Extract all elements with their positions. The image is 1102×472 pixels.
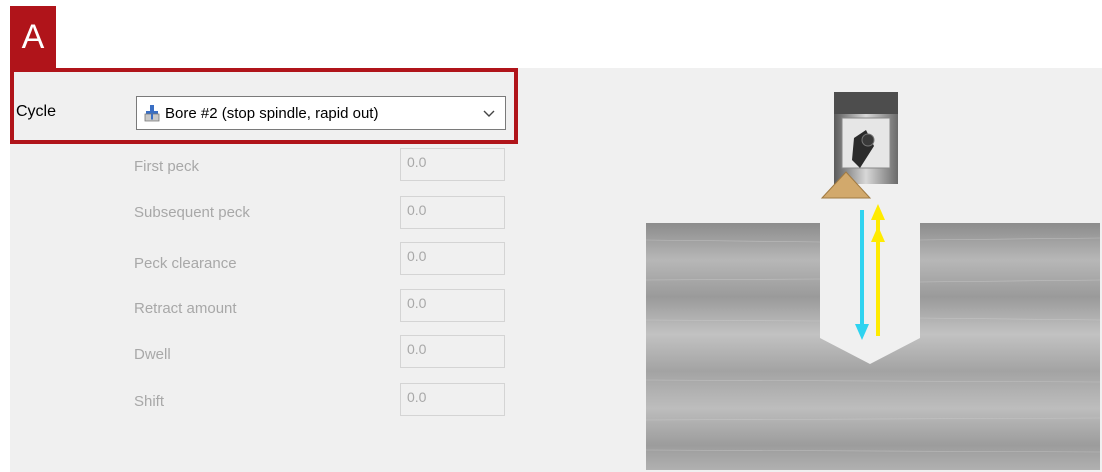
callout-badge: A — [10, 6, 56, 68]
peck-clearance-field[interactable]: 0.0 — [400, 242, 505, 275]
peck-clearance-label: Peck clearance — [134, 255, 237, 272]
retract-amount-label: Retract amount — [134, 300, 237, 317]
first-peck-label: First peck — [134, 158, 200, 175]
retract-amount-field[interactable]: 0.0 — [400, 289, 505, 322]
cycle-dropdown-value: Bore #2 (stop spindle, rapid out) — [165, 104, 379, 122]
workpiece — [646, 223, 1100, 470]
shift-field[interactable]: 0.0 — [400, 383, 505, 416]
dwell-field[interactable]: 0.0 — [400, 335, 505, 368]
bore-tool-icon — [144, 105, 160, 122]
cycle-label: Cycle — [16, 103, 57, 120]
first-peck-field[interactable]: 0.0 — [400, 148, 505, 181]
bore-cycle-illustration — [646, 92, 1100, 470]
subsequent-peck-label: Subsequent peck — [134, 204, 250, 221]
shift-label: Shift — [134, 393, 165, 410]
dwell-label: Dwell — [134, 346, 171, 363]
subsequent-peck-field[interactable]: 0.0 — [400, 196, 505, 229]
cycle-dropdown[interactable]: Bore #2 (stop spindle, rapid out) — [136, 96, 506, 130]
chevron-down-icon[interactable] — [479, 103, 499, 123]
